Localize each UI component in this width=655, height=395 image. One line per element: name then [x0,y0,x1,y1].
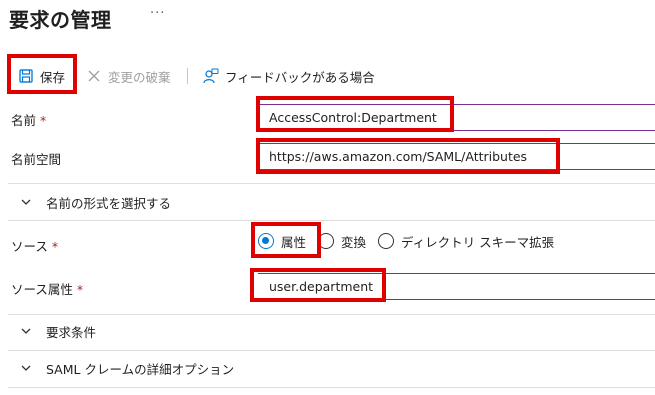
divider [8,350,655,351]
source-option-transform[interactable]: 変換 [318,232,366,251]
source-attribute-input[interactable]: user.department [263,274,643,298]
name-format-section-toggle[interactable]: 名前の形式を選択する [20,191,171,213]
source-option-directory-extension-label: ディレクトリ スキーマ拡張 [401,234,555,250]
namespace-input[interactable]: https://aws.amazon.com/SAML/Attributes [263,144,643,168]
name-label-text: 名前 [11,113,37,128]
namespace-input-value: https://aws.amazon.com/SAML/Attributes [269,148,528,164]
source-attribute-label-text: ソース属性 [11,282,73,297]
save-label: 保存 [40,69,66,85]
discard-changes-label: 変更の破棄 [108,69,171,85]
divider [8,314,655,315]
discard-changes-button[interactable]: 変更の破棄 [86,60,171,92]
source-attribute-underline [258,273,655,274]
namespace-input-underline [258,143,655,144]
advanced-saml-options-section-label: SAML クレームの詳細オプション [46,361,235,377]
namespace-label: 名前空間 [11,152,62,167]
feedback-person-icon [203,68,219,84]
required-mark: * [76,282,84,297]
chevron-down-icon [20,362,32,374]
namespace-input-underline-bottom [258,169,655,170]
source-attribute-input-value: user.department [269,278,374,294]
source-option-directory-extension[interactable]: ディレクトリ スキーマ拡張 [378,232,554,251]
name-input-underline [258,104,655,105]
required-mark: * [51,239,59,254]
close-icon [86,68,102,84]
divider [8,387,655,388]
command-bar: 保存 変更の破棄 フィードバックがある場合 [0,60,655,92]
toolbar-divider [187,68,188,84]
required-mark: * [40,113,47,128]
source-option-attribute[interactable]: 属性 [258,232,306,251]
name-input-underline-bottom [258,130,655,131]
claim-conditions-section-label: 要求条件 [46,324,97,340]
name-input[interactable]: AccessControl:Department [263,105,643,129]
more-options-icon[interactable]: ··· [150,6,165,21]
chevron-down-icon [20,196,32,208]
radio-unselected-icon [318,233,335,249]
name-input-value: AccessControl:Department [269,109,437,125]
name-format-section-label: 名前の形式を選択する [46,195,172,211]
chevron-down-icon [20,325,32,337]
radio-unselected-icon [378,233,395,249]
divider [8,220,655,221]
save-button[interactable]: 保存 [18,60,65,92]
radio-selected-icon [258,233,274,249]
name-label: 名前 * [11,110,46,129]
source-option-transform-label: 変換 [341,234,367,250]
source-label: ソース * [11,236,58,255]
source-label-text: ソース [11,239,48,254]
claim-conditions-section-toggle[interactable]: 要求条件 [20,320,96,342]
divider [8,183,655,184]
feedback-label: フィードバックがある場合 [225,69,375,85]
feedback-button[interactable]: フィードバックがある場合 [203,60,375,92]
source-attribute-underline-bottom [258,299,655,300]
source-attribute-label: ソース属性 * [11,279,83,298]
source-radio-group: 属性 変換 ディレクトリ スキーマ拡張 [258,229,566,253]
source-option-attribute-label: 属性 [281,234,307,250]
advanced-saml-options-section-toggle[interactable]: SAML クレームの詳細オプション [20,357,234,379]
page-title: 要求の管理 [9,8,112,32]
save-icon [18,68,34,84]
